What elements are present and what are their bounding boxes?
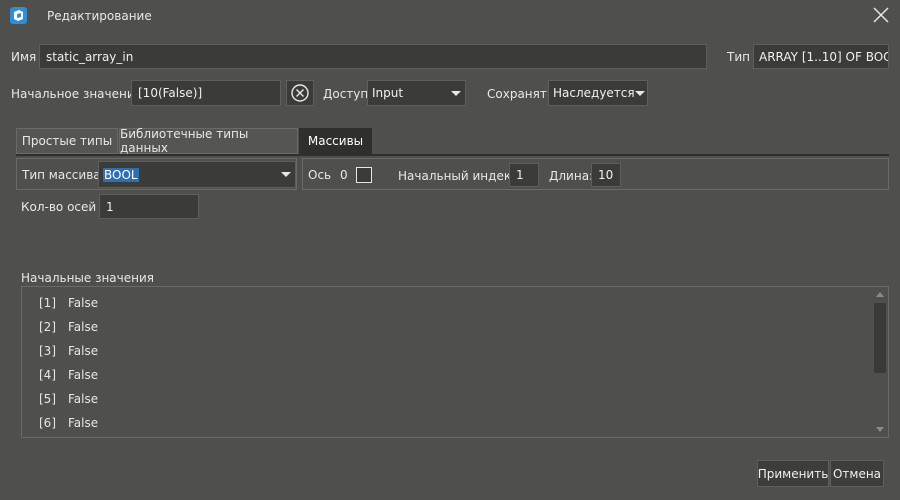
initial-value-label: Начальное значение xyxy=(11,87,143,101)
retain-value: Наследуется xyxy=(553,86,635,100)
name-label: Имя xyxy=(11,50,37,64)
list-item-index: [5] xyxy=(39,392,56,406)
name-field[interactable]: static_array_in xyxy=(39,44,707,69)
vertical-scrollbar[interactable] xyxy=(872,287,888,437)
tab-simple-types[interactable]: Простые типы xyxy=(16,128,118,154)
scroll-up-icon[interactable] xyxy=(876,292,884,297)
array-type-panel: Тип массива: BOOL xyxy=(16,158,297,190)
axis-label: Ось xyxy=(308,168,332,182)
list-item-value: False xyxy=(68,320,99,334)
list-item[interactable]: [4] False xyxy=(22,363,98,387)
list-item[interactable]: [2] False xyxy=(22,315,98,339)
axis-checkbox[interactable] xyxy=(356,167,372,183)
list-item-value: False xyxy=(68,344,99,358)
list-item[interactable]: [3] False xyxy=(22,339,98,363)
initial-values-list[interactable]: [1] False [2] False [3] False [4] False … xyxy=(21,286,889,438)
initial-value-field[interactable]: [10(False)] xyxy=(131,80,281,106)
initial-values-label: Начальные значения xyxy=(21,271,154,285)
axes-count-label: Кол-во осей xyxy=(21,200,97,214)
list-item-index: [6] xyxy=(39,416,56,430)
length-field[interactable]: 10 xyxy=(591,163,621,187)
type-field[interactable]: ARRAY [1..10] OF BOOL xyxy=(753,44,889,69)
list-item-value: False xyxy=(68,368,99,382)
list-item-value: False xyxy=(68,296,99,310)
length-label: Длина: xyxy=(549,169,594,183)
chevron-down-icon xyxy=(281,172,291,177)
chevron-down-icon xyxy=(451,90,461,96)
axis-value: 0 xyxy=(340,168,348,182)
clear-circle-x-icon xyxy=(291,84,309,102)
close-icon[interactable] xyxy=(872,6,890,24)
clear-button[interactable] xyxy=(286,80,314,106)
array-dims-panel: Ось 0 Начальный индекс: 1 Длина: 10 xyxy=(302,158,889,190)
axes-count-field[interactable]: 1 xyxy=(99,194,199,219)
array-type-value: BOOL xyxy=(103,167,139,182)
access-label: Доступ xyxy=(323,87,369,101)
list-item-index: [1] xyxy=(39,296,56,310)
tab-arrays[interactable]: Массивы xyxy=(299,128,372,154)
cancel-button[interactable]: Отмена xyxy=(830,460,884,487)
tab-library-types[interactable]: Библиотечные типы данных xyxy=(119,127,298,155)
list-item[interactable]: [1] False xyxy=(22,291,98,315)
access-dropdown[interactable]: Input xyxy=(367,80,466,106)
scrollbar-thumb[interactable] xyxy=(874,303,886,373)
array-type-dropdown[interactable]: BOOL xyxy=(98,161,296,188)
apply-button[interactable]: Применить xyxy=(757,460,829,487)
window-title: Редактирование xyxy=(47,9,152,23)
access-value: Input xyxy=(372,86,404,100)
list-item-index: [2] xyxy=(39,320,56,334)
list-item[interactable]: [6] False xyxy=(22,411,98,435)
app-logo-icon xyxy=(10,7,27,24)
array-type-label: Тип массива: xyxy=(22,168,105,182)
list-item-value: False xyxy=(68,392,99,406)
retain-dropdown[interactable]: Наследуется xyxy=(548,80,648,106)
list-item-index: [3] xyxy=(39,344,56,358)
start-index-label: Начальный индекс: xyxy=(398,169,522,183)
start-index-field[interactable]: 1 xyxy=(509,163,539,187)
title-bar: Редактирование xyxy=(0,0,900,32)
list-item[interactable]: [5] False xyxy=(22,387,98,411)
type-label: Тип xyxy=(727,50,750,64)
tab-divider xyxy=(16,154,889,156)
chevron-down-icon xyxy=(634,90,645,96)
list-item-value: False xyxy=(68,416,99,430)
scroll-down-icon[interactable] xyxy=(876,427,884,432)
retain-label: Сохранять xyxy=(487,87,554,101)
list-item-index: [4] xyxy=(39,368,56,382)
